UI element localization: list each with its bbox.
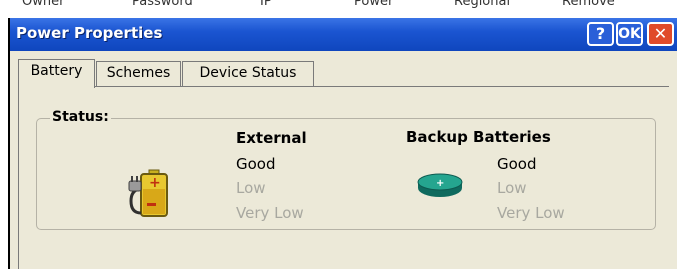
tab-battery[interactable]: Battery <box>18 59 95 88</box>
external-status-low: Low <box>236 179 266 197</box>
bg-tab-ip: IP <box>260 0 272 9</box>
backup-batteries-header: Backup Batteries <box>406 128 551 146</box>
coin-battery-icon: + <box>417 173 463 197</box>
bg-tab-remove: Remove <box>562 0 615 9</box>
power-properties-dialog: Power Properties ? OK ✕ Status: External… <box>10 18 677 269</box>
external-header: External <box>236 129 307 147</box>
battery-tab-panel: Status: External Backup Batteries + + Go… <box>18 86 669 269</box>
title-bar[interactable]: Power Properties ? OK ✕ <box>10 18 677 51</box>
bg-tab-power: Power <box>354 0 394 9</box>
bg-tab-password: Password <box>132 0 193 9</box>
backup-status-good: Good <box>497 155 537 173</box>
bg-tab-regional: Regional <box>454 0 511 9</box>
backup-status-very-low: Very Low <box>497 204 565 222</box>
svg-text:+: + <box>149 175 161 191</box>
close-button[interactable]: ✕ <box>647 22 674 46</box>
external-status-very-low: Very Low <box>236 204 304 222</box>
tab-device-status[interactable]: Device Status <box>182 61 314 86</box>
status-label: Status: <box>50 109 111 125</box>
tab-schemes[interactable]: Schemes <box>96 61 181 86</box>
ok-button[interactable]: OK <box>616 22 643 46</box>
backup-status-low: Low <box>497 179 527 197</box>
dialog-title: Power Properties <box>16 24 163 42</box>
external-status-good: Good <box>236 155 276 173</box>
bg-tab-owner: Owner <box>22 0 65 9</box>
battery-plug-icon: + <box>128 169 168 217</box>
help-button[interactable]: ? <box>587 22 614 46</box>
svg-text:+: + <box>436 178 444 189</box>
